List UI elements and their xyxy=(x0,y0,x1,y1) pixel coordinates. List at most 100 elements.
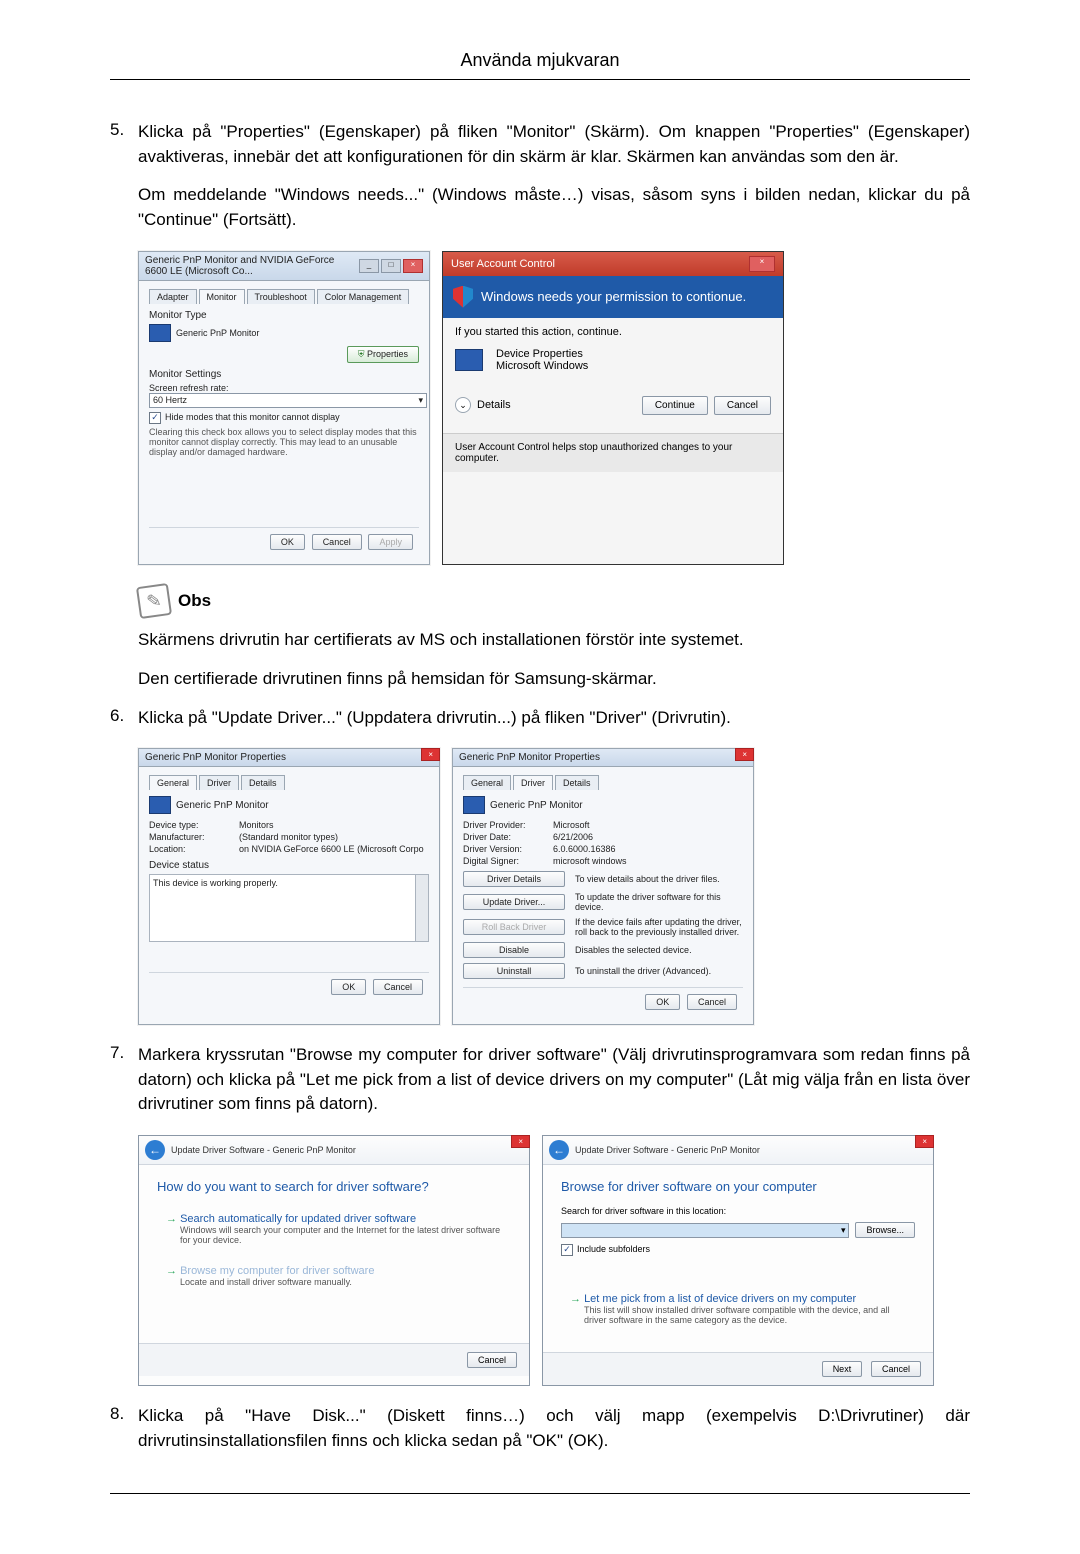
uac-started-text: If you started this action, continue. xyxy=(455,326,771,338)
driver-date-value: 6/21/2006 xyxy=(553,832,593,842)
uac-device-properties: Device Properties xyxy=(496,348,588,360)
pnp-properties-general-dialog: Generic PnP Monitor Properties × General… xyxy=(138,748,440,1025)
driver-details-button[interactable]: Driver Details xyxy=(463,871,565,887)
page-header: Använda mjukvaran xyxy=(110,50,970,71)
uac-headline: Windows needs your permission to contion… xyxy=(481,289,746,304)
ok-button[interactable]: OK xyxy=(270,534,305,550)
pnp-properties-driver-dialog: Generic PnP Monitor Properties × General… xyxy=(452,748,754,1025)
option-browse-computer[interactable]: Browse my computer for driver software L… xyxy=(157,1258,511,1294)
option-title: Search automatically for updated driver … xyxy=(166,1213,502,1225)
tab-driver[interactable]: Driver xyxy=(513,775,553,790)
digital-signer-value: microsoft windows xyxy=(553,856,627,866)
uac-details-label: Details xyxy=(477,399,511,411)
dialog-title: Generic PnP Monitor and NVIDIA GeForce 6… xyxy=(145,255,359,277)
uninstall-desc: To uninstall the driver (Advanced). xyxy=(575,966,743,976)
device-status-box: This device is working properly. xyxy=(149,874,429,942)
refresh-rate-value: 60 Hertz xyxy=(153,395,187,406)
driver-version-label: Driver Version: xyxy=(463,844,553,854)
manufacturer-value: (Standard monitor types) xyxy=(239,832,338,842)
disable-desc: Disables the selected device. xyxy=(575,945,743,955)
device-name: Generic PnP Monitor xyxy=(490,800,583,811)
close-icon[interactable]: × xyxy=(421,748,440,761)
monitor-properties-dialog: Generic PnP Monitor and NVIDIA GeForce 6… xyxy=(138,251,430,565)
roll-back-driver-button[interactable]: Roll Back Driver xyxy=(463,919,565,935)
apply-button[interactable]: Apply xyxy=(368,534,413,550)
tab-details[interactable]: Details xyxy=(241,775,285,790)
tab-troubleshoot[interactable]: Troubleshoot xyxy=(247,289,315,304)
device-name: Generic PnP Monitor xyxy=(176,800,269,811)
header-rule xyxy=(110,79,970,80)
step-number-8: 8. xyxy=(110,1404,138,1453)
cancel-button[interactable]: Cancel xyxy=(467,1352,517,1368)
continue-button[interactable]: Continue xyxy=(642,396,708,415)
hide-modes-label: Hide modes that this monitor cannot disp… xyxy=(165,412,340,422)
cancel-button[interactable]: Cancel xyxy=(714,396,771,415)
digital-signer-label: Digital Signer: xyxy=(463,856,553,866)
chevron-down-icon: ▾ xyxy=(841,1225,846,1236)
refresh-rate-label: Screen refresh rate: xyxy=(149,383,419,393)
tab-color-management[interactable]: Color Management xyxy=(317,289,410,304)
tab-general[interactable]: General xyxy=(149,775,197,790)
next-button[interactable]: Next xyxy=(822,1361,863,1377)
close-icon[interactable]: × xyxy=(403,259,423,273)
close-icon[interactable]: × xyxy=(915,1135,934,1148)
include-subfolders-checkbox[interactable] xyxy=(561,1244,573,1256)
tab-details[interactable]: Details xyxy=(555,775,599,790)
maximize-icon[interactable]: □ xyxy=(381,259,401,273)
minimize-icon[interactable]: _ xyxy=(359,259,379,273)
disable-button[interactable]: Disable xyxy=(463,942,565,958)
wizard-heading: How do you want to search for driver sof… xyxy=(157,1179,511,1194)
uac-footer: User Account Control helps stop unauthor… xyxy=(443,433,783,472)
chevron-down-icon: ▾ xyxy=(418,395,423,406)
path-dropdown[interactable]: ▾ xyxy=(561,1223,849,1238)
monitor-icon xyxy=(149,324,171,342)
option-let-me-pick[interactable]: Let me pick from a list of device driver… xyxy=(561,1286,915,1332)
uac-dialog: User Account Control × Windows needs you… xyxy=(442,251,784,565)
scrollbar[interactable] xyxy=(415,875,428,941)
hide-modes-checkbox[interactable] xyxy=(149,412,161,424)
update-driver-wizard-search: × ← Update Driver Software - Generic PnP… xyxy=(138,1135,530,1386)
uninstall-button[interactable]: Uninstall xyxy=(463,963,565,979)
cancel-button[interactable]: Cancel xyxy=(373,979,423,995)
back-icon[interactable]: ← xyxy=(145,1140,165,1160)
monitor-icon xyxy=(149,796,171,814)
driver-details-desc: To view details about the driver files. xyxy=(575,874,743,884)
note-line-2: Den certifierade drivrutinen finns på he… xyxy=(138,666,970,692)
cancel-button[interactable]: Cancel xyxy=(687,994,737,1010)
include-subfolders-label: Include subfolders xyxy=(577,1244,650,1254)
refresh-rate-dropdown[interactable]: 60 Hertz ▾ xyxy=(149,393,427,408)
step-6-text: Klicka på "Update Driver..." (Uppdatera … xyxy=(138,706,970,731)
step-5-p2: Om meddelande "Windows needs..." (Window… xyxy=(138,183,970,232)
chevron-down-icon[interactable]: ⌄ xyxy=(455,397,471,413)
device-icon xyxy=(455,349,483,371)
tab-driver[interactable]: Driver xyxy=(199,775,239,790)
close-icon[interactable]: × xyxy=(735,748,754,761)
tab-general[interactable]: General xyxy=(463,775,511,790)
cancel-button[interactable]: Cancel xyxy=(312,534,362,550)
uac-microsoft-windows: Microsoft Windows xyxy=(496,360,588,372)
update-driver-button[interactable]: Update Driver... xyxy=(463,894,565,910)
ok-button[interactable]: OK xyxy=(331,979,366,995)
close-icon[interactable]: × xyxy=(749,256,775,272)
properties-button-label: Properties xyxy=(367,349,408,359)
monitor-icon xyxy=(463,796,485,814)
cancel-button[interactable]: Cancel xyxy=(871,1361,921,1377)
tab-monitor[interactable]: Monitor xyxy=(199,289,245,304)
tab-adapter[interactable]: Adapter xyxy=(149,289,197,304)
option-title: Let me pick from a list of device driver… xyxy=(570,1293,906,1305)
note-label: Obs xyxy=(178,591,211,611)
wizard-heading: Browse for driver software on your compu… xyxy=(561,1179,915,1194)
step-7-text: Markera kryssrutan "Browse my computer f… xyxy=(138,1043,970,1117)
location-label: Search for driver software in this locat… xyxy=(561,1206,915,1216)
device-status-label: Device status xyxy=(149,860,429,871)
ok-button[interactable]: OK xyxy=(645,994,680,1010)
close-icon[interactable]: × xyxy=(511,1135,530,1148)
hide-modes-description: Clearing this check box allows you to se… xyxy=(149,427,419,457)
option-subtitle: Locate and install driver software manua… xyxy=(180,1277,502,1287)
driver-date-label: Driver Date: xyxy=(463,832,553,842)
back-icon[interactable]: ← xyxy=(549,1140,569,1160)
step-5-text: Klicka på "Properties" (Egenskaper) på f… xyxy=(138,120,970,233)
option-search-automatically[interactable]: Search automatically for updated driver … xyxy=(157,1206,511,1252)
properties-button[interactable]: ⛨ Properties xyxy=(347,346,419,363)
browse-button[interactable]: Browse... xyxy=(855,1222,915,1238)
